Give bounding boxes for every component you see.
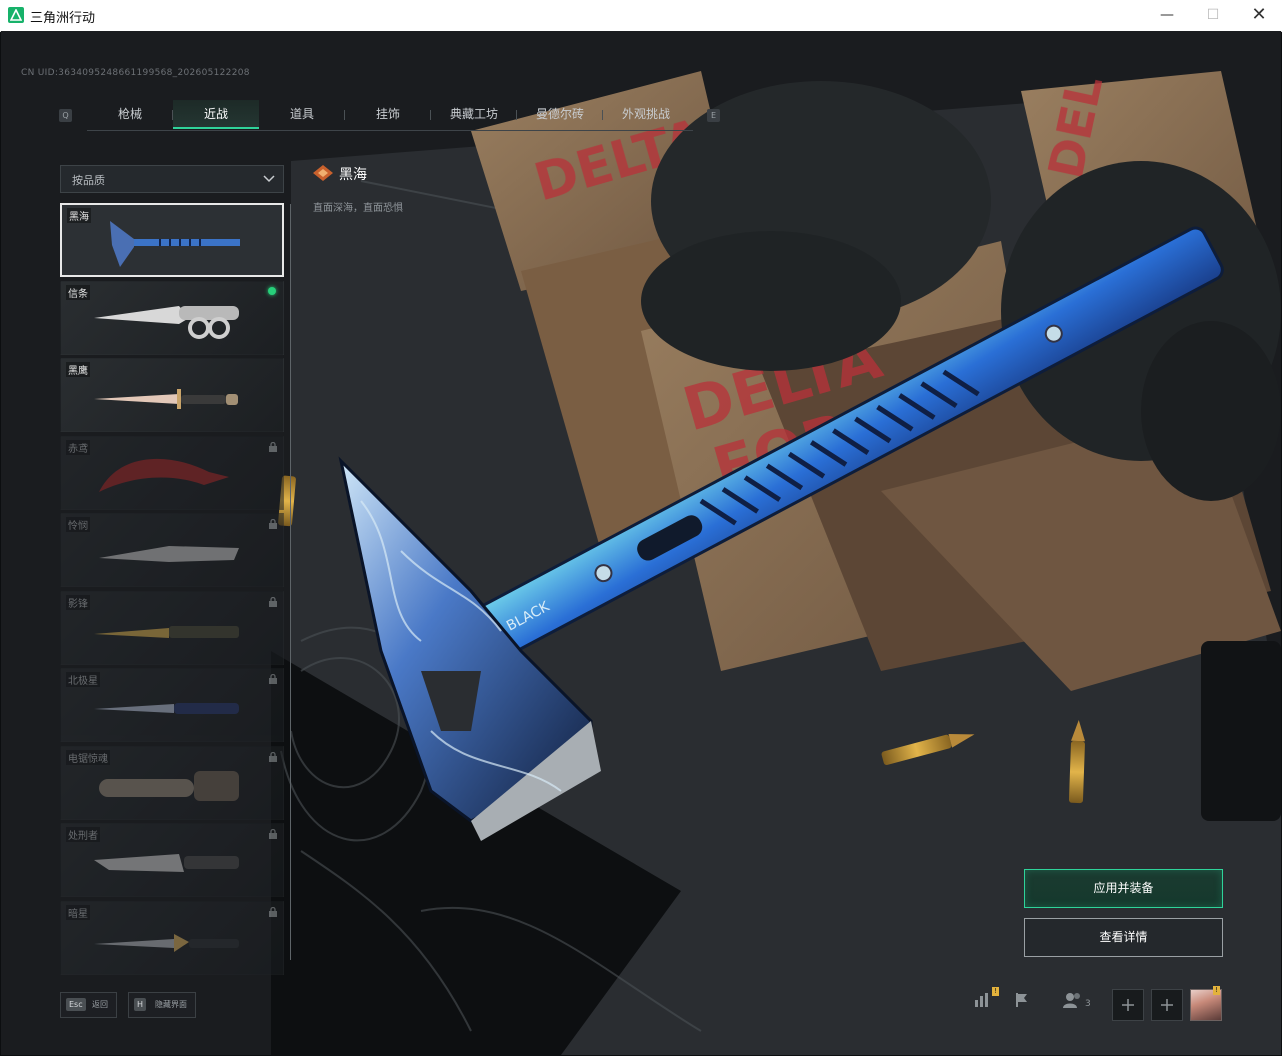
minimize-button[interactable]: — <box>1144 0 1190 31</box>
list-item[interactable]: 怜悯 <box>60 513 284 587</box>
window-title: 三角洲行动 <box>30 11 96 26</box>
h-key: H <box>134 998 147 1011</box>
tab-mandel-brick[interactable]: 曼德尔砖 <box>517 100 603 129</box>
maximize-button[interactable]: ☐ <box>1190 0 1236 31</box>
window-titlebar: 三角洲行动 — ☐ ✕ <box>0 0 1282 32</box>
hide-ui-button[interactable]: H 隐藏界面 <box>128 992 196 1018</box>
karambit-icon <box>99 458 229 492</box>
item-name: 黑鹰 <box>66 362 90 377</box>
friends-count: 3 <box>1085 999 1091 1009</box>
avatar-notification-badge: ! <box>1213 986 1220 995</box>
game-viewport: DELTA DELTA FORCE DEL <box>1 31 1281 1055</box>
item-name: 信条 <box>66 285 90 300</box>
lock-icon <box>269 829 277 839</box>
esc-key: Esc <box>66 998 86 1011</box>
plus-icon <box>1122 999 1134 1011</box>
tab-next-key[interactable]: E <box>707 109 720 122</box>
rarity-diamond-icon <box>313 165 333 181</box>
item-name: 暗星 <box>66 905 90 920</box>
flag-icon[interactable] <box>1013 991 1031 1009</box>
close-button[interactable]: ✕ <box>1236 0 1282 31</box>
tab-appearance-challenge[interactable]: 外观挑战 <box>603 100 689 129</box>
back-label: 返回 <box>92 1000 108 1009</box>
lock-icon <box>269 442 277 452</box>
chainsaw-icon <box>99 771 239 801</box>
selected-item-name: 黑海 <box>339 167 367 183</box>
list-item[interactable]: 处刑者 <box>60 823 284 897</box>
bowie-knife-icon <box>94 854 239 872</box>
list-item[interactable]: 信条 <box>60 281 284 355</box>
item-name: 影锋 <box>66 595 90 610</box>
list-item[interactable]: 影锋 <box>60 591 284 665</box>
view-details-button[interactable]: 查看详情 <box>1024 918 1223 957</box>
list-item[interactable]: 暗星 <box>60 901 284 975</box>
tab-charms[interactable]: 挂饰 <box>345 100 431 129</box>
list-item[interactable]: 电锯惊魂 <box>60 746 284 820</box>
plus-icon <box>1161 999 1173 1011</box>
lock-icon <box>269 752 277 762</box>
list-item[interactable]: 黑鹰 <box>60 358 284 432</box>
folding-knife-icon <box>99 546 239 562</box>
list-item[interactable]: 北极星 <box>60 668 284 742</box>
hide-ui-label: 隐藏界面 <box>155 1000 187 1009</box>
tactical-knife-icon <box>94 703 239 714</box>
tab-firearms[interactable]: 枪械 <box>87 100 173 129</box>
lock-icon <box>269 597 277 607</box>
knuckle-knife-icon <box>94 306 239 339</box>
tomahawk-icon <box>110 221 240 267</box>
lock-icon <box>269 519 277 529</box>
tab-collection-workshop[interactable]: 典藏工坊 <box>431 100 517 129</box>
item-name: 怜悯 <box>66 517 90 532</box>
list-divider <box>290 204 291 960</box>
add-teammate-slot-2[interactable] <box>1151 989 1183 1021</box>
lock-icon <box>269 907 277 917</box>
tab-prev-key[interactable]: Q <box>59 109 72 122</box>
stats-notification-badge: ! <box>992 987 999 996</box>
player-uid: CN UID:3634095248661199568_202605122208 <box>21 68 250 78</box>
lock-icon <box>269 674 277 684</box>
tab-items[interactable]: 道具 <box>259 100 345 129</box>
dagger-icon <box>94 626 239 638</box>
equipped-indicator-icon <box>268 287 276 295</box>
app-logo-icon <box>8 7 24 23</box>
tab-melee[interactable]: 近战 <box>173 100 259 129</box>
back-button[interactable]: Esc 返回 <box>60 992 117 1018</box>
quality-filter-dropdown[interactable]: 按品质 <box>60 165 284 193</box>
apply-and-equip-button[interactable]: 应用并装备 <box>1024 869 1223 908</box>
list-item[interactable]: 黑海 <box>60 203 284 277</box>
list-item[interactable]: 赤鸢 <box>60 436 284 510</box>
add-teammate-slot-1[interactable] <box>1112 989 1144 1021</box>
selected-item-description: 直面深海，直面恐惧 <box>313 203 403 214</box>
category-tabbar: Q 枪械 近战 道具 挂饰 典藏工坊 曼德尔砖 外观挑战 E <box>57 100 720 131</box>
friends-icon[interactable] <box>1063 991 1083 1009</box>
category-tabs: 枪械 近战 道具 挂饰 典藏工坊 曼德尔砖 外观挑战 <box>87 100 693 131</box>
filter-label: 按品质 <box>72 174 105 187</box>
item-name: 赤鸢 <box>66 440 90 455</box>
bottom-bar: Esc 返回 H 隐藏界面 ! 3 ! <box>1 983 1281 1055</box>
blade-icon <box>94 934 239 952</box>
chevron-down-icon <box>263 175 275 183</box>
combat-knife-icon <box>94 389 238 409</box>
stats-icon[interactable] <box>973 991 991 1009</box>
item-name: 黑海 <box>67 208 91 223</box>
